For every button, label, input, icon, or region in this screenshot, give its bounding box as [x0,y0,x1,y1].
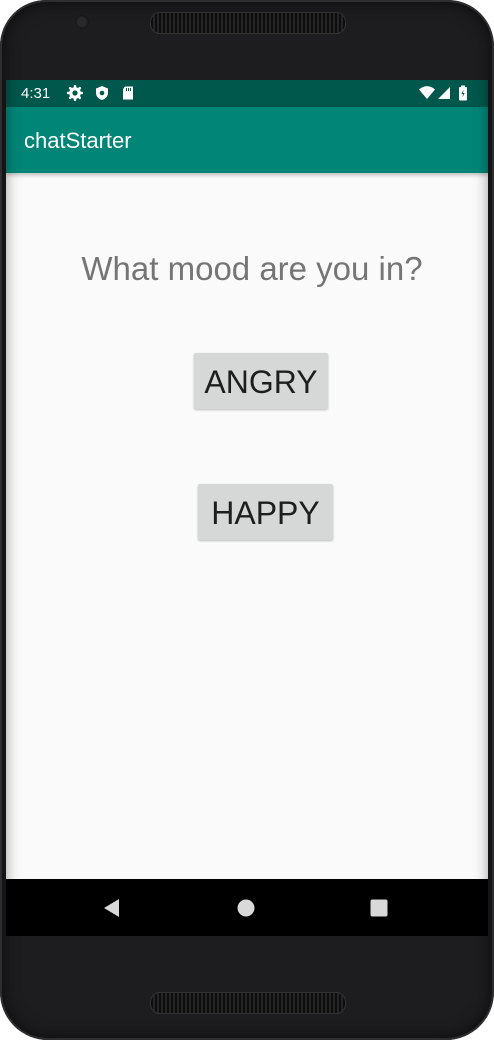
status-time: 4:31 [21,85,51,102]
angry-button[interactable]: ANGRY [194,353,328,409]
phone-frame: 4:31 chatStarter What mood are you in? A… [0,0,494,1040]
battery-icon [459,85,467,101]
angry-button-label: ANGRY [204,364,318,400]
bottom-speaker-grille [150,992,346,1014]
shield-icon [96,86,108,100]
status-bar: 4:31 [6,80,488,107]
back-icon[interactable] [100,896,124,920]
cell-signal-icon [438,87,450,99]
app-title: chatStarter [24,128,132,153]
recents-icon[interactable] [367,896,391,920]
happy-button[interactable]: HAPPY [198,484,333,540]
navigation-bar [6,879,488,936]
wifi-icon [419,86,435,99]
phone-screen: 4:31 chatStarter What mood are you in? A… [6,80,488,936]
sd-card-icon [123,86,133,100]
app-bar: chatStarter [6,107,488,173]
happy-button-label: HAPPY [211,495,320,531]
front-camera [75,15,89,29]
gear-icon [67,85,83,101]
mood-question: What mood are you in? [81,250,423,287]
home-icon[interactable] [234,896,258,920]
top-speaker-grille [150,12,346,34]
